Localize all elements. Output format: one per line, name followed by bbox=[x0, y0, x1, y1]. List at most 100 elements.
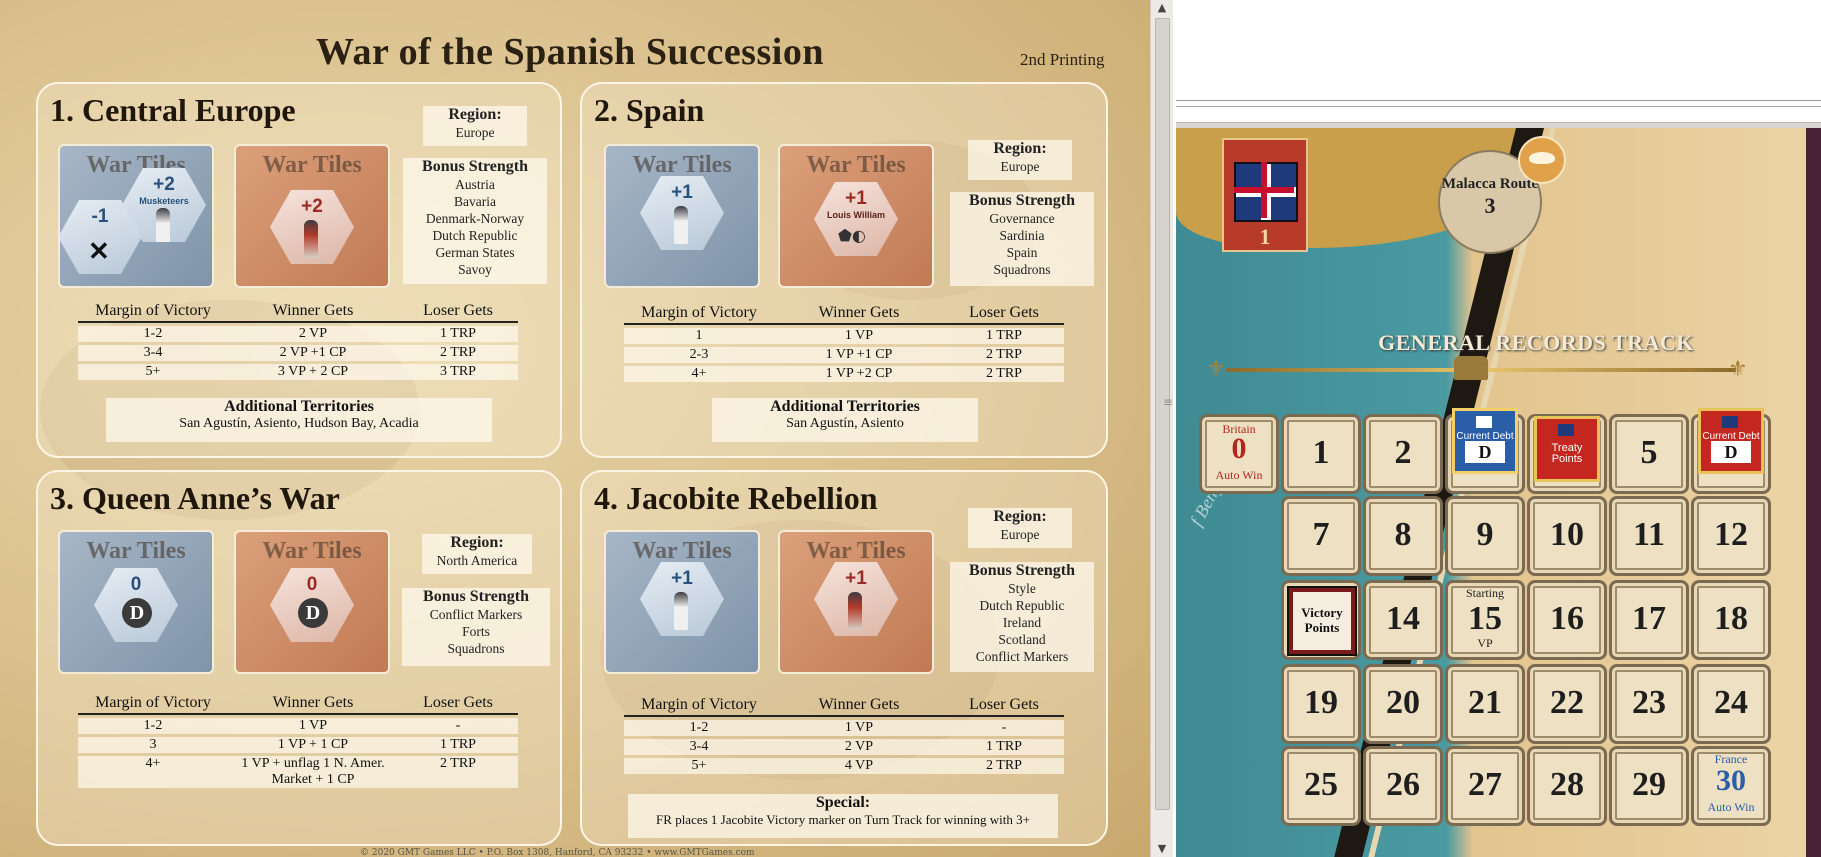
track-cell-25[interactable]: 25 bbox=[1281, 746, 1361, 826]
track-cell-27[interactable]: 27 bbox=[1445, 746, 1525, 826]
track-cell-22[interactable]: 22 bbox=[1527, 664, 1607, 744]
victory-points-marker[interactable]: Victory Points bbox=[1289, 588, 1355, 654]
war-tile: 0 D bbox=[270, 568, 354, 642]
col-header: Loser Gets bbox=[969, 696, 1039, 713]
track-cell-0[interactable]: Britain 0 Auto Win bbox=[1199, 414, 1279, 494]
col-header: Winner Gets bbox=[818, 304, 900, 321]
track-cell-1[interactable]: 1 bbox=[1281, 414, 1361, 494]
divider bbox=[1176, 106, 1821, 107]
soldier-figure bbox=[674, 592, 688, 630]
cell-caption: VP bbox=[1477, 636, 1493, 650]
victory-table: Margin of Victory Winner Gets Loser Gets 1… bbox=[624, 304, 1064, 382]
war-tiles-label: War Tiles bbox=[806, 152, 906, 178]
britain-current-debt-marker[interactable]: Current Debt D bbox=[1698, 408, 1764, 474]
track-cell-19[interactable]: 19 bbox=[1281, 664, 1361, 744]
bonus-item: Conflict Markers bbox=[975, 649, 1069, 664]
track-cell-28[interactable]: 28 bbox=[1527, 746, 1607, 826]
blue-war-tiles: War Tiles 0 D bbox=[58, 530, 214, 674]
col-header: Margin of Victory bbox=[641, 304, 757, 321]
track-cell-17[interactable]: 17 bbox=[1609, 580, 1689, 660]
table-row: 11 VP 1 TRP bbox=[624, 328, 1064, 344]
bonus-item: Dutch Republic bbox=[979, 598, 1065, 613]
region-value: North America bbox=[436, 553, 518, 568]
table-row: 5+ 4 VP 2 TRP bbox=[624, 758, 1064, 774]
special-rule: Special: FR places 1 Jacobite Victory ma… bbox=[628, 794, 1058, 838]
war-tiles-label: War Tiles bbox=[262, 538, 362, 564]
special-label: Special: bbox=[815, 794, 871, 811]
divider bbox=[1176, 100, 1821, 101]
tile-value: +1 bbox=[845, 188, 867, 209]
track-cell-7[interactable]: 7 bbox=[1281, 496, 1361, 576]
track-cell-11[interactable]: 11 bbox=[1609, 496, 1689, 576]
tile-value: 0 bbox=[130, 574, 142, 595]
theater-title: 2. Spain bbox=[594, 92, 705, 128]
bonus-strength-box: Bonus Strength Governance Sardinia Spain… bbox=[950, 192, 1094, 286]
bonus-label: Bonus Strength bbox=[969, 192, 1075, 209]
track-cell-29[interactable]: 29 bbox=[1609, 746, 1689, 826]
france-current-debt-marker[interactable]: Current Debt D bbox=[1452, 408, 1518, 474]
region-box: Region: Europe bbox=[968, 140, 1072, 180]
track-cell-12[interactable]: 12 bbox=[1691, 496, 1771, 576]
war-tile: +1 bbox=[640, 176, 724, 250]
britain-flag-space[interactable]: 1 bbox=[1222, 138, 1308, 252]
bonus-label: Bonus Strength bbox=[423, 588, 529, 605]
table-row: 3-4 2 VP +1 CP 2 TRP bbox=[78, 345, 518, 361]
war-tile: +1 bbox=[640, 562, 724, 636]
track-cell-14[interactable]: 14 bbox=[1363, 580, 1443, 660]
track-cell-9[interactable]: 9 bbox=[1445, 496, 1525, 576]
region-label: Region: bbox=[448, 106, 502, 123]
theater-title: 3. Queen Anne’s War bbox=[50, 480, 340, 516]
printing-note: 2nd Printing bbox=[1020, 50, 1105, 69]
bonus-item: Ireland bbox=[1002, 615, 1042, 630]
region-label: Region: bbox=[993, 140, 1047, 157]
panel-spain: 2. Spain War Tiles +1 War Tiles +1 Louis… bbox=[580, 82, 1108, 458]
tile-value: 0 bbox=[306, 574, 318, 595]
track-cell-16[interactable]: 16 bbox=[1527, 580, 1607, 660]
scroll-down-arrow-icon[interactable]: ▼ bbox=[1151, 841, 1173, 857]
additional-label: Additional Territories bbox=[224, 398, 374, 415]
panel-central-europe: 1. Central Europe War Tiles +2 Musketeer… bbox=[36, 82, 562, 458]
tile-value: +2 bbox=[301, 196, 323, 217]
fleur-icon: ⚜ bbox=[1728, 357, 1748, 382]
commodity-icon bbox=[1518, 136, 1566, 184]
cross-icon: ✕ bbox=[88, 236, 110, 266]
space-value: 1 bbox=[1259, 224, 1271, 249]
table-row: 5+ 3 VP + 2 CP 3 TRP bbox=[78, 364, 518, 380]
track-cell-30[interactable]: France 30 Auto Win bbox=[1691, 746, 1771, 826]
britain-treaty-points-marker[interactable]: Treaty Points bbox=[1534, 416, 1600, 482]
scroll-up-arrow-icon[interactable]: ▲ bbox=[1151, 0, 1173, 16]
vertical-scrollbar[interactable]: ▲ ▼ bbox=[1150, 0, 1173, 857]
track-cell-20[interactable]: 20 bbox=[1363, 664, 1443, 744]
additional-label: Additional Territories bbox=[770, 398, 920, 415]
soldier-figure bbox=[156, 208, 170, 242]
track-cell-18[interactable]: 18 bbox=[1691, 580, 1771, 660]
game-board[interactable]: f Bengal 1 Malacca Route 3 GENERAL RECOR… bbox=[1176, 128, 1821, 857]
crown-icon bbox=[1454, 356, 1488, 380]
region-value: Europe bbox=[1000, 527, 1040, 542]
track-cell-15[interactable]: Starting 15 VP bbox=[1445, 580, 1525, 660]
col-header: Loser Gets bbox=[423, 302, 493, 319]
pane-splitter-icon[interactable]: ≡ bbox=[1163, 395, 1173, 415]
track-cell-8[interactable]: 8 bbox=[1363, 496, 1443, 576]
red-war-tiles: War Tiles +1 bbox=[778, 530, 934, 674]
table-row: 31 VP + 1 CP 1 TRP bbox=[78, 737, 518, 753]
cell-caption: Auto Win bbox=[1215, 468, 1263, 482]
bonus-item: Scotland bbox=[998, 632, 1046, 647]
track-cell-5[interactable]: 5 bbox=[1609, 414, 1689, 494]
col-header: Loser Gets bbox=[969, 304, 1039, 321]
track-cell-21[interactable]: 21 bbox=[1445, 664, 1525, 744]
marker-label: Treaty Points bbox=[1551, 442, 1583, 465]
table-row: 4+ 1 VP +2 CP 2 TRP bbox=[624, 366, 1064, 382]
track-cell-23[interactable]: 23 bbox=[1609, 664, 1689, 744]
debt-token-icon: D bbox=[298, 598, 328, 628]
debt-token-icon: D bbox=[122, 598, 152, 628]
france-flag-icon bbox=[1476, 416, 1492, 428]
track-cell-24[interactable]: 24 bbox=[1691, 664, 1771, 744]
track-cell-26[interactable]: 26 bbox=[1363, 746, 1443, 826]
track-cell-10[interactable]: 10 bbox=[1527, 496, 1607, 576]
bonus-item: Forts bbox=[462, 624, 490, 639]
track-cell-2[interactable]: 2 bbox=[1363, 414, 1443, 494]
region-box: Region: Europe bbox=[968, 508, 1072, 548]
tile-value: +1 bbox=[845, 568, 867, 589]
bonus-item: Squadrons bbox=[993, 262, 1051, 277]
